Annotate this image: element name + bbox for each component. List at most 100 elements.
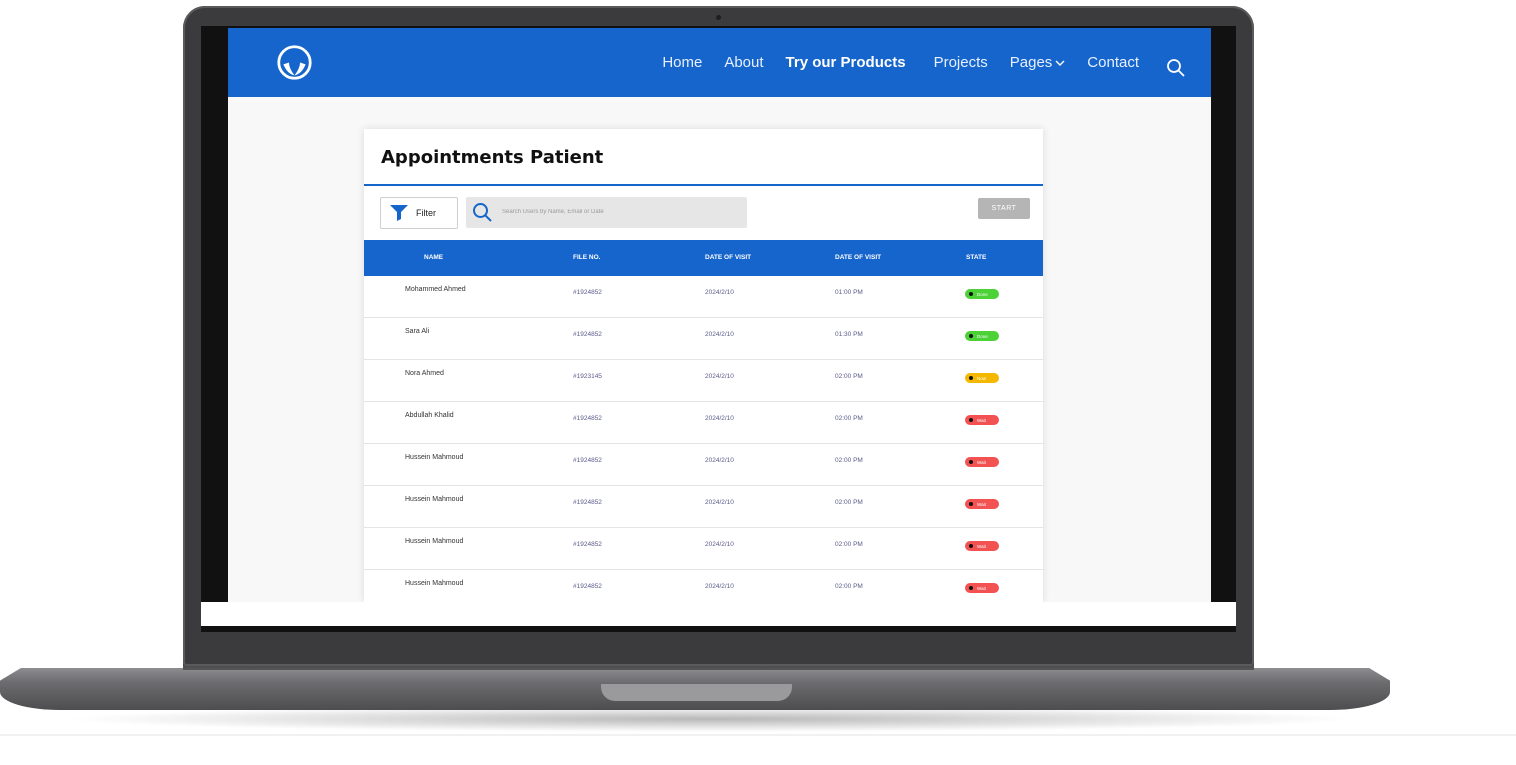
table-row[interactable]: Hussein Mahmoud #1924852 2024/2/10 02:00 PM… [364,486,1043,528]
status-label: Wait [977,459,986,465]
status-badge: Wait [965,499,999,509]
search-input[interactable] [502,204,737,220]
cell-date: 2024/2/10 [705,289,734,296]
status-badge: Wait [965,415,999,425]
nav-item-label: About [724,54,764,71]
nav-item-contact[interactable]: Contact [1087,54,1139,71]
table-row[interactable]: Hussein Mahmoud #1924852 2024/2/10 02:00 PM… [364,444,1043,486]
cell-file-no: #1924852 [573,457,602,464]
nav-item-home[interactable]: Home [662,54,702,71]
search-icon[interactable] [1166,58,1186,78]
table-row[interactable]: Abdullah Khalid #1924852 2024/2/10 02:00 PM… [364,402,1043,444]
chevron-down-icon [1055,60,1065,66]
column-header-state[interactable]: STATE [966,240,986,276]
cell-file-no: #1924852 [573,289,602,296]
camera-dot [716,15,721,20]
top-navbar: Home About Try our Products Projects Pages Co… [228,28,1211,97]
cell-time: 02:00 PM [835,415,863,422]
nav-item-label: Try our Products [785,54,906,71]
cell-date: 2024/2/10 [705,583,734,590]
appointments-card: Appointments Patient Filter START NAME F… [364,129,1043,602]
cell-name: Hussein Mahmoud [405,538,464,545]
cell-name: Hussein Mahmoud [405,496,464,503]
cell-file-no: #1924852 [573,583,602,590]
magnifier-icon [473,203,492,222]
table-row[interactable]: Sara Ali #1924852 2024/2/10 01:30 PM Done [364,318,1043,360]
cell-date: 2024/2/10 [705,457,734,464]
column-header-name[interactable]: NAME [424,240,443,276]
table-row[interactable]: Hussein Mahmoud #1924852 2024/2/10 02:00 PM… [364,528,1043,570]
cell-file-no: #1924852 [573,331,602,338]
cell-date: 2024/2/10 [705,415,734,422]
start-button[interactable]: START [978,198,1030,219]
nav-item-projects[interactable]: Projects [934,54,988,71]
table-body: Mohammed Ahmed #1924852 2024/2/10 01:00 PM D… [364,276,1043,602]
laptop-notch [601,684,792,701]
cell-name: Mohammed Ahmed [405,286,466,293]
cell-name: Hussein Mahmoud [405,580,464,587]
status-dot [969,376,973,380]
status-dot [969,586,973,590]
status-badge: Done [965,331,999,341]
filter-label: Filter [416,208,436,218]
status-badge: Now [965,373,999,383]
cell-time: 02:00 PM [835,373,863,380]
status-label: Wait [977,585,986,591]
table-row[interactable]: Mohammed Ahmed #1924852 2024/2/10 01:00 PM D… [364,276,1043,318]
cell-time: 02:00 PM [835,457,863,464]
column-header-date[interactable]: DATE OF VISIT [705,240,751,276]
cell-time: 02:00 PM [835,499,863,506]
cell-date: 2024/2/10 [705,331,734,338]
cell-name: Hussein Mahmoud [405,454,464,461]
cell-time: 01:00 PM [835,289,863,296]
nav-item-label: Projects [933,54,988,71]
main-nav: Home About Try our Products Projects Pages Co… [662,28,1161,97]
nav-item-about[interactable]: About [724,54,763,71]
status-badge: Done [965,289,999,299]
status-label: Done [977,291,988,297]
status-badge: Wait [965,541,999,551]
status-badge: Wait [965,457,999,467]
cell-date: 2024/2/10 [705,541,734,548]
hands-logo-icon[interactable] [276,44,313,81]
nav-item-pages[interactable]: Pages [1010,54,1066,71]
status-dot [969,502,973,506]
cell-time: 02:00 PM [835,583,863,590]
status-dot [969,460,973,464]
cell-file-no: #1924852 [573,415,602,422]
nav-item-try-our-products[interactable]: Try our Products [786,54,906,71]
nav-item-label: Pages [1009,54,1053,71]
cell-time: 02:00 PM [835,541,863,548]
table-header: NAME FILE NO. DATE OF VISIT DATE OF VISI… [364,240,1043,276]
title-divider [364,184,1043,186]
status-label: Wait [977,501,986,507]
status-dot [969,418,973,422]
nav-item-label: Contact [1087,54,1139,71]
cell-name: Sara Ali [405,328,430,335]
funnel-icon [390,205,408,221]
status-label: Done [977,333,988,339]
screen-bottom-area [201,602,1236,626]
cell-time: 01:30 PM [835,331,863,338]
status-badge: Wait [965,583,999,593]
status-dot [969,292,973,296]
status-label: Wait [977,417,986,423]
column-header-file[interactable]: FILE NO. [573,240,600,276]
column-header-time[interactable]: DATE OF VISIT [835,240,881,276]
status-label: Now [977,375,987,381]
cell-file-no: #1924852 [573,541,602,548]
table-row[interactable]: Hussein Mahmoud #1924852 2024/2/10 02:00 PM… [364,570,1043,602]
screen: Home About Try our Products Projects Pages Co… [228,28,1211,602]
cell-name: Abdullah Khalid [405,412,454,419]
search-box[interactable] [466,197,747,228]
status-dot [969,334,973,338]
filter-button[interactable]: Filter [380,197,458,229]
table-row[interactable]: Nora Ahmed #1923145 2024/2/10 02:00 PM Now [364,360,1043,402]
cell-name: Nora Ahmed [405,370,444,377]
status-label: Wait [977,543,986,549]
cell-file-no: #1923145 [573,373,602,380]
status-dot [969,544,973,548]
cell-date: 2024/2/10 [705,373,734,380]
page-title: Appointments Patient [381,147,604,168]
cell-file-no: #1924852 [573,499,602,506]
